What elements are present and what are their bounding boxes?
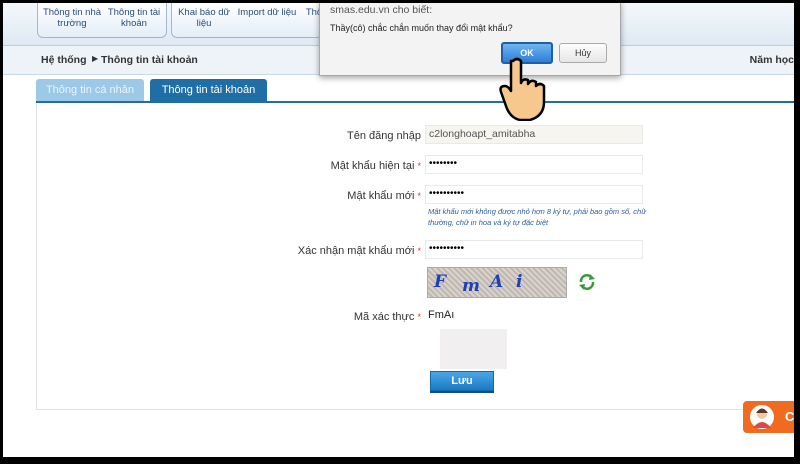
captcha-char: m [462,276,480,296]
confirm-password-field[interactable]: •••••••••• [425,240,643,259]
current-password-field[interactable]: •••••••• [425,155,643,174]
tab-account-info[interactable]: Thông tin tài khoản [150,79,267,101]
browser-viewport: Thông tin nhà trường Thông tin tài khoản… [3,3,794,457]
new-password-hint: Mật khẩu mới không được nhỏ hơn 8 ký tự,… [428,207,646,227]
new-password-label-text: Mật khẩu mới [347,190,415,202]
captcha-placeholder-box [440,329,507,369]
required-mark: * [417,312,421,322]
dialog-message: Thầy(cô) chắc chắn muốn thay đổi mật khẩ… [330,23,513,33]
current-password-label: Mật khẩu hiện tại * [221,160,421,172]
support-chat-widget[interactable]: C [743,401,794,433]
username-label: Tên đăng nhập [221,130,421,142]
refresh-icon[interactable] [578,273,596,291]
required-mark: * [417,161,421,171]
captcha-char: i [516,272,523,292]
menu-item-school-info[interactable]: Thông tin nhà trường [42,7,102,29]
current-password-label-text: Mật khẩu hiện tại [330,160,415,172]
confirm-password-label: Xác nhận mật khẩu mới * [221,245,421,257]
new-password-field[interactable]: •••••••••• [425,185,643,204]
dialog-title: smas.edu.vn cho biết: [330,4,433,16]
menu-group-system: Thông tin nhà trường Thông tin tài khoản [37,3,167,38]
tab-personal-info[interactable]: Thông tin cá nhân [36,79,144,101]
captcha-char: A [490,272,504,292]
menu-group-data: Khai báo dữ liệu Import dữ liệu Thố [171,3,323,38]
new-password-label: Mật khẩu mới * [221,190,421,202]
confirm-dialog: smas.edu.vn cho biết: Thầy(cô) chắc chắn… [319,3,621,76]
required-mark: * [417,191,421,201]
breadcrumb-arrow-icon: ▶ [92,54,99,63]
hand-pointer-icon [499,57,546,121]
dialog-cancel-button[interactable]: Hủy [559,43,607,63]
breadcrumb-root[interactable]: Hệ thống [41,54,87,66]
breadcrumb-current: Thông tin tài khoản [101,54,198,66]
username-label-text: Tên đăng nhập [346,130,421,142]
captcha-char: F [434,272,447,292]
captcha-input[interactable]: FmAı [428,309,454,321]
captcha-image: F m A i [427,267,567,298]
menu-item-account-info[interactable]: Thông tin tài khoản [104,7,164,29]
captcha-label-text: Mã xác thực [353,311,415,323]
support-agent-icon [750,405,774,429]
menu-item-import-data[interactable]: Import dữ liệu [236,7,298,18]
username-field: c2longhoapt_amitabha [425,125,643,144]
menu-item-declare-data[interactable]: Khai báo dữ liệu [174,7,234,29]
required-mark: * [417,246,421,256]
confirm-password-label-text: Xác nhận mật khẩu mới [297,245,415,257]
save-button[interactable]: Lưu [430,371,494,391]
school-year-label: Năm học [749,54,794,66]
captcha-label: Mã xác thực * [221,311,421,323]
chat-label: C [785,409,794,424]
